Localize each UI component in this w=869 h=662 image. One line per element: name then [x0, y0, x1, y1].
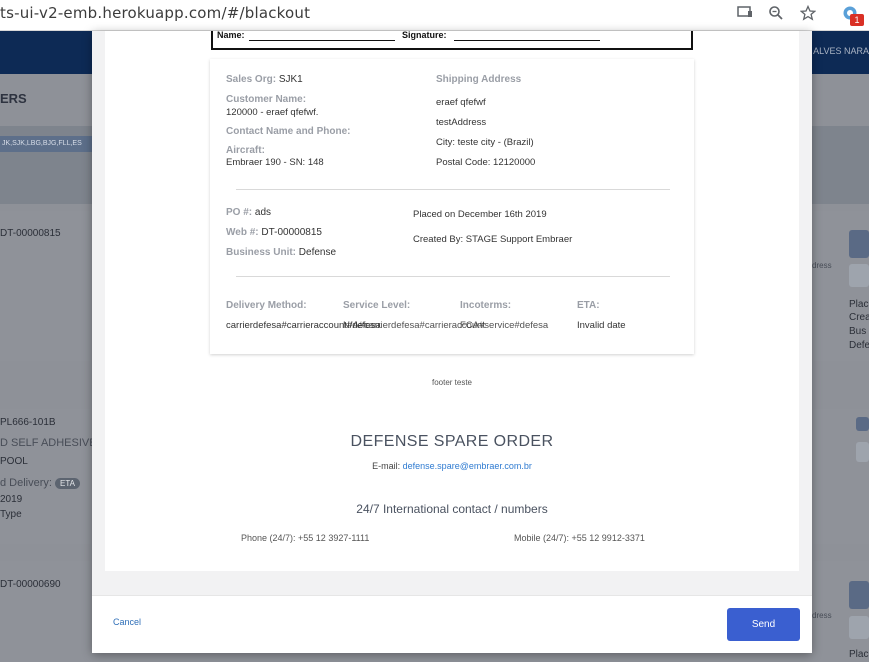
contact-title: 24/7 International contact / numbers — [356, 502, 548, 516]
address-label: dress — [812, 261, 832, 270]
order-title: DEFENSE SPARE ORDER — [350, 433, 554, 450]
part-year: 2019 — [0, 494, 23, 505]
signature-label: Signature: — [402, 30, 447, 40]
delivery-method-value: carrierdefesa#carrieraccount#defesa — [226, 320, 381, 331]
address-bar[interactable]: ts-ui-v2-emb.herokuapp.com/#/blackout — [0, 4, 310, 22]
shipping-line-4: Postal Code: 12120000 — [436, 157, 536, 168]
placed-label: Plac — [849, 299, 869, 310]
business-unit-label: Business Unit: Defense — [226, 247, 337, 258]
placed-on: Placed on December 16th 2019 — [413, 209, 547, 220]
action-button-secondary-2[interactable] — [849, 616, 869, 639]
name-line — [249, 40, 395, 41]
po-value: ads — [254, 207, 272, 218]
page-title: ERS — [0, 91, 27, 106]
eta-value: Invalid date — [577, 320, 626, 331]
cast-icon[interactable] — [735, 5, 755, 25]
web-value: DT-00000815 — [261, 227, 322, 238]
action-button-secondary[interactable] — [849, 264, 869, 287]
extension-badge: 1 — [850, 14, 864, 26]
user-name[interactable]: ALVES NARA — [813, 46, 869, 56]
aircraft-value: Embraer 190 - SN: 148 — [226, 157, 324, 168]
defense-label: Defe — [849, 340, 869, 351]
order-info-card: Sales Org: SJK1 Customer Name: 120000 - … — [210, 59, 694, 354]
modal-body[interactable]: Name: Signature: Sales Org: SJK1 Custome… — [92, 30, 812, 595]
service-level-label: Service Level: — [343, 300, 411, 311]
customer-name-value: 120000 - eraef qfefwf. — [226, 107, 319, 118]
incoterms-label: Incoterms: — [460, 300, 512, 311]
email-link[interactable]: defense.spare@embraer.com.br — [403, 461, 532, 471]
address-label-2: dress — [812, 611, 832, 620]
created-by: Created By: STAGE Support Embraer — [413, 234, 573, 245]
contact-label: Contact Name and Phone: — [226, 126, 351, 137]
part-type: Type — [0, 509, 22, 520]
email-label: E-mail: — [372, 461, 401, 471]
aircraft-label: Aircraft: — [226, 145, 265, 156]
web-label: Web #: DT-00000815 — [226, 227, 322, 238]
placed-label-2: Plac — [849, 649, 869, 660]
zoom-icon[interactable] — [766, 5, 786, 25]
action-button[interactable] — [849, 230, 869, 258]
footer-note: footer teste — [431, 378, 473, 387]
email-row: E-mail: defense.spare@embraer.com.br — [105, 461, 799, 471]
delivery-method-label: Delivery Method: — [226, 300, 307, 311]
divider — [236, 189, 670, 190]
customer-name-label: Customer Name: — [226, 94, 307, 105]
order-id[interactable]: DT-00000815 — [0, 228, 61, 239]
part-number: PL666-101B — [0, 417, 56, 428]
order-preview-modal: Name: Signature: Sales Org: SJK1 Custome… — [92, 30, 812, 653]
mail-action[interactable] — [856, 442, 869, 462]
signature-box: Name: Signature: — [211, 30, 693, 50]
shipping-address-label: Shipping Address — [436, 74, 522, 85]
eta-label: ETA: — [577, 300, 600, 311]
name-label: Name: — [217, 30, 245, 40]
business-label: Bus — [849, 326, 867, 337]
shipping-line-2: testAddress — [436, 117, 487, 128]
sales-org-value: SJK1 — [278, 74, 303, 85]
modal-footer: Cancel Send — [92, 595, 812, 653]
part-extra: POOL — [0, 456, 28, 467]
eta-badge: ETA — [55, 478, 80, 489]
filter-chips[interactable]: JK,SJK,LBG,BJG,FLL,ES — [0, 136, 95, 152]
order-id-2[interactable]: DT-00000690 — [0, 579, 61, 590]
part-description: D SELF ADHESIVE — [0, 437, 97, 449]
order-document: Name: Signature: Sales Org: SJK1 Custome… — [105, 30, 799, 571]
bookmark-star-icon[interactable] — [798, 4, 818, 25]
phone-number: Phone (24/7): +55 12 3927-1111 — [241, 533, 370, 543]
shipping-line-3: City: teste city - (Brazil) — [436, 137, 534, 148]
cancel-button[interactable]: Cancel — [113, 617, 141, 627]
shipping-line-1: eraef qfefwf — [436, 97, 486, 108]
incoterms-value: FCA#service#defesa — [460, 320, 549, 331]
divider — [236, 276, 670, 277]
send-button[interactable]: Send — [727, 608, 800, 641]
signature-line — [454, 40, 600, 41]
delivery-label: d Delivery: — [0, 477, 52, 489]
sales-org-label: Sales Org: SJK1 — [226, 74, 303, 85]
browser-toolbar: ts-ui-v2-emb.herokuapp.com/#/blackout 1 — [0, 0, 869, 31]
mobile-number: Mobile (24/7): +55 12 9912-3371 — [514, 533, 645, 543]
business-unit-value: Defense — [298, 247, 337, 258]
part-action[interactable] — [856, 417, 869, 431]
po-label: PO #: ads — [226, 207, 272, 218]
created-label: Crea — [849, 312, 869, 323]
action-button-2[interactable] — [849, 581, 869, 609]
